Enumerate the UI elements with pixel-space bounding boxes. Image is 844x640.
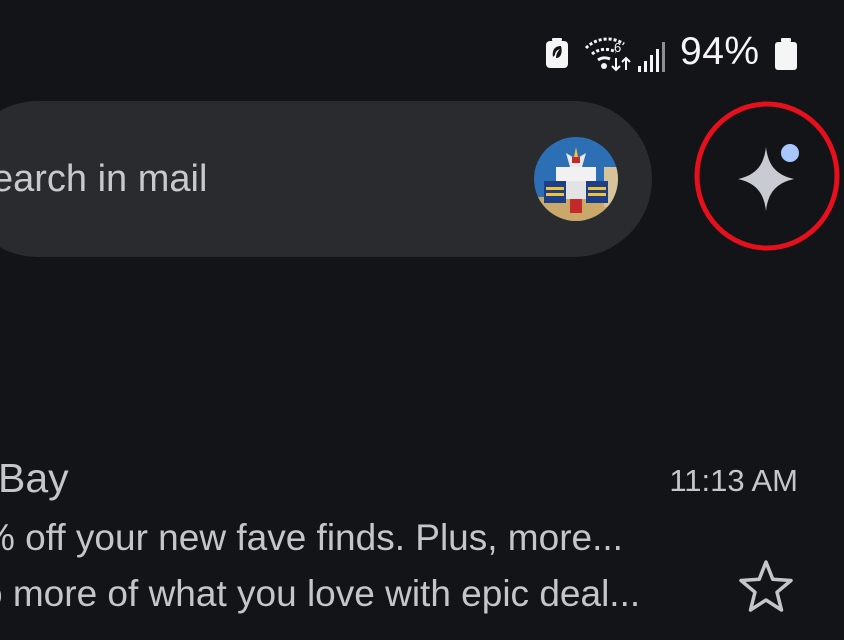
svg-text:6: 6 — [614, 40, 621, 55]
gemini-button[interactable] — [694, 101, 840, 251]
battery-saver-icon — [546, 38, 568, 73]
wifi-6-icon: 6 — [584, 36, 634, 77]
email-sender: Bay — [0, 455, 69, 501]
account-avatar[interactable] — [534, 137, 618, 221]
star-icon[interactable] — [737, 558, 795, 616]
notification-dot — [781, 144, 799, 162]
email-snippet: o more of what you love with epic deal..… — [0, 573, 641, 614]
cell-signal-icon — [638, 42, 666, 77]
search-input[interactable]: earch in mail — [0, 155, 207, 203]
email-time: 11:13 AM — [669, 463, 798, 498]
status-bar: 6 94% — [546, 28, 806, 76]
email-subject: % off your new fave finds. Plus, more... — [0, 517, 623, 558]
battery-icon — [774, 38, 798, 75]
battery-percent: 94% — [680, 30, 760, 73]
